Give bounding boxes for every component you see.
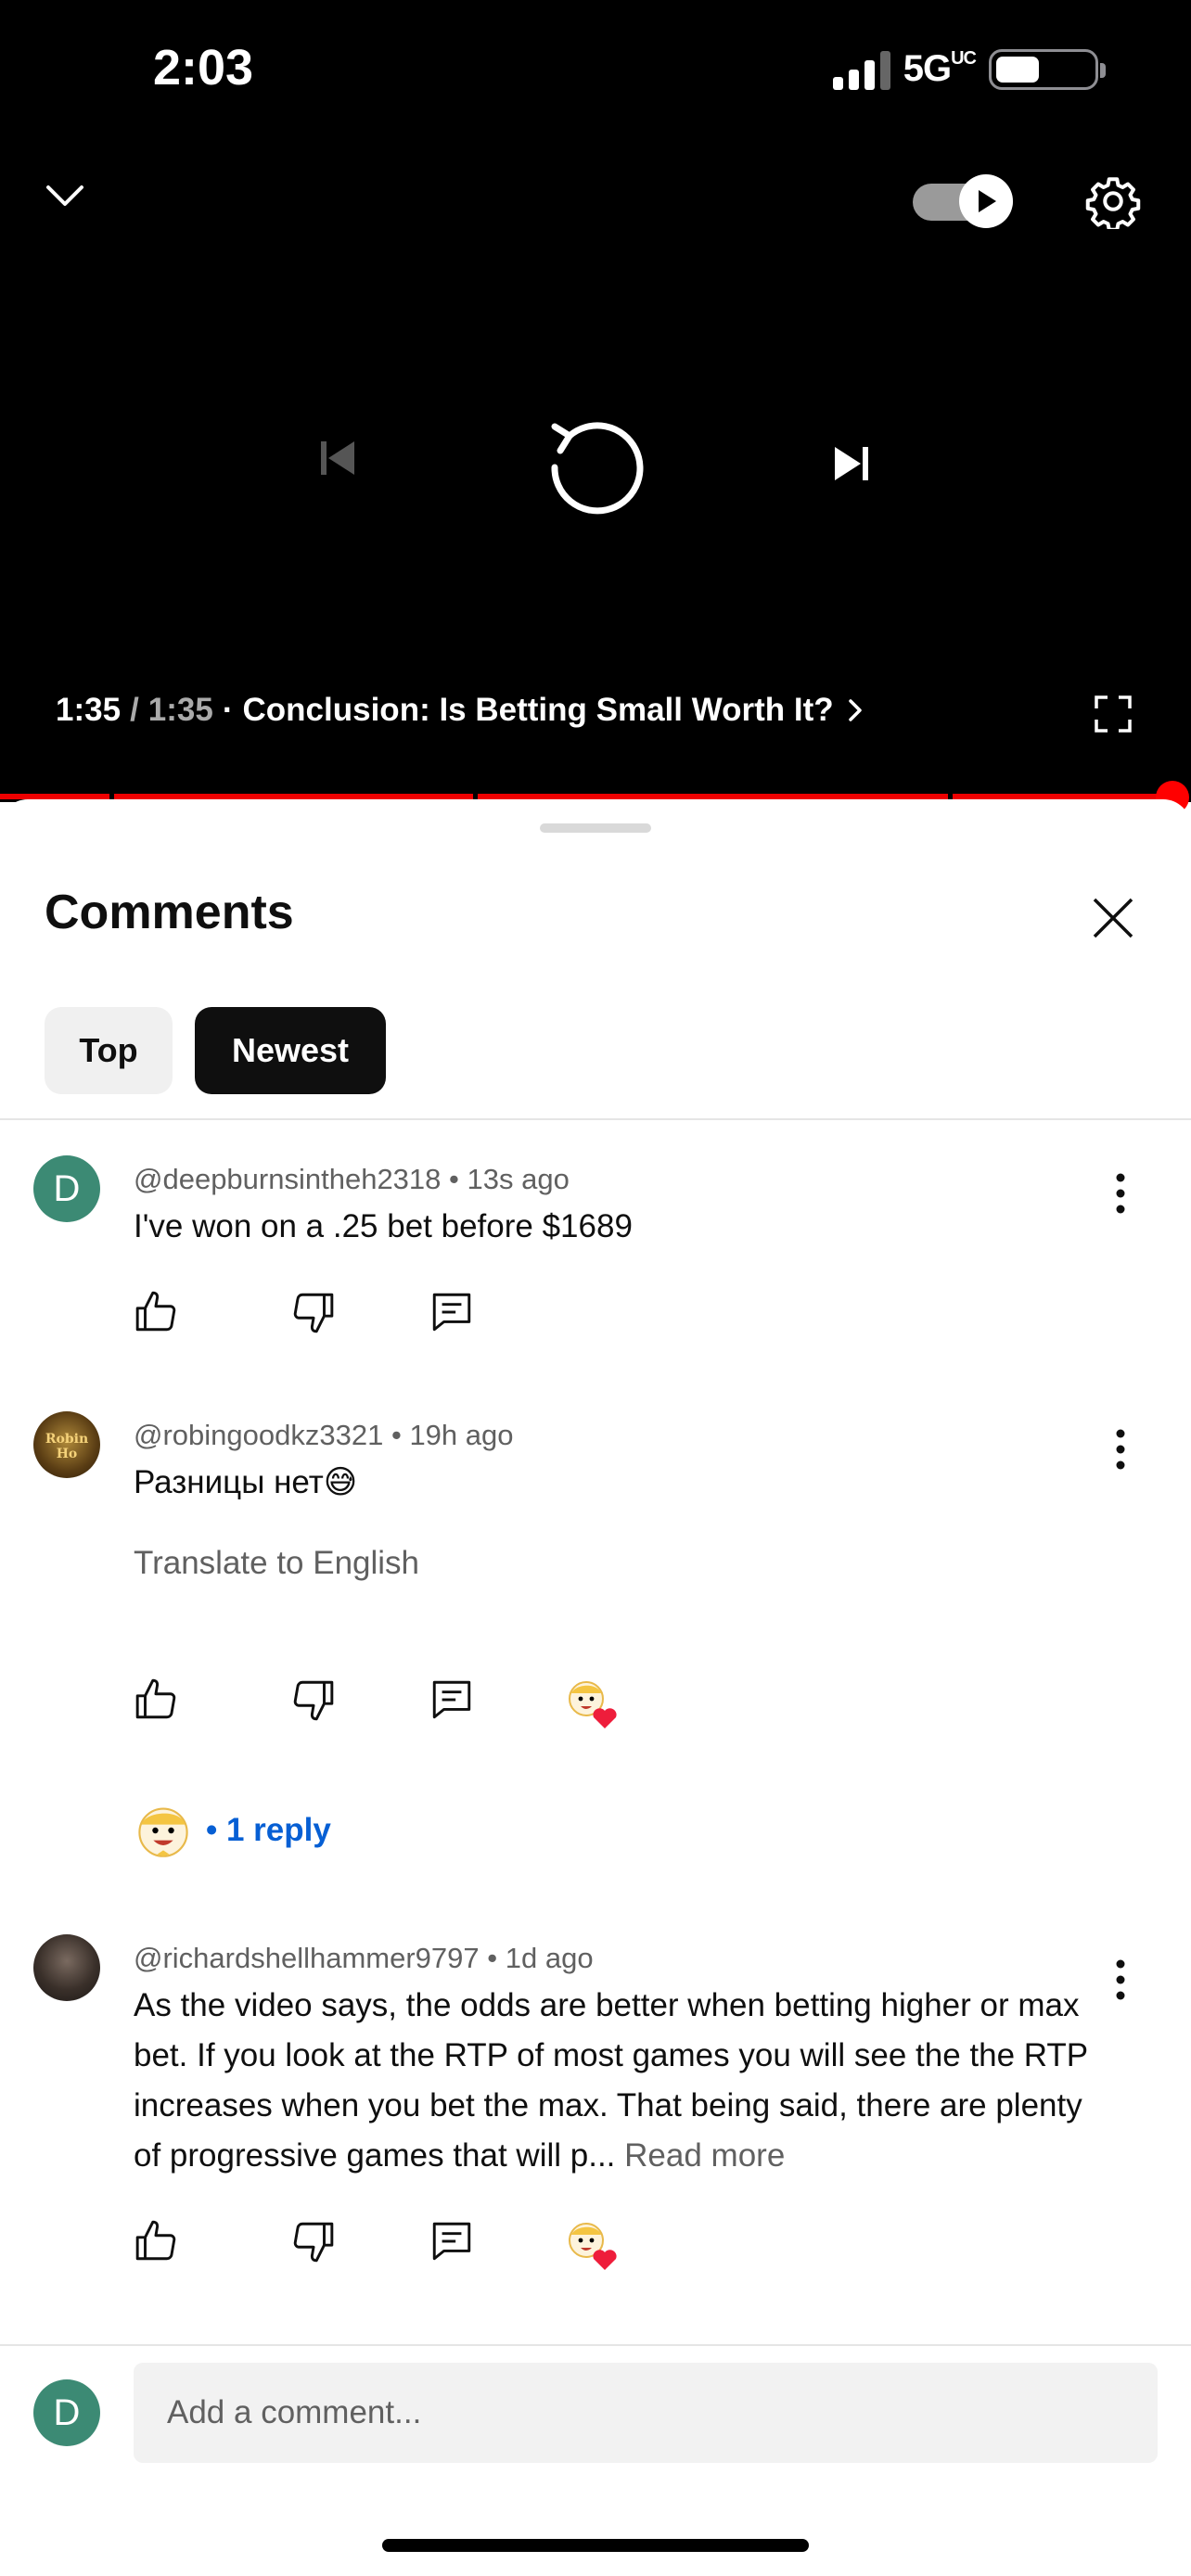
dislike-icon[interactable] (289, 1677, 336, 1723)
comment-author[interactable]: @robingoodkz3321 (134, 1419, 383, 1451)
read-more-link[interactable]: Read more (624, 2137, 785, 2174)
battery-icon (989, 48, 1106, 90)
comment-author[interactable]: @richardshellhammer9797 (134, 1942, 480, 1974)
collapse-chevron-icon[interactable] (43, 182, 87, 210)
fullscreen-icon[interactable] (1095, 695, 1132, 733)
more-options-icon[interactable] (1109, 1170, 1132, 1217)
like-icon[interactable] (134, 1289, 180, 1335)
sort-chip-newest[interactable]: Newest (195, 1007, 386, 1094)
autoplay-toggle[interactable] (913, 174, 1013, 228)
like-icon[interactable] (134, 2218, 180, 2264)
comment-age: 13s ago (467, 1163, 570, 1195)
comment-meta: @robingoodkz3321 • 19h ago (134, 1419, 514, 1451)
reply-icon[interactable] (429, 1289, 475, 1335)
translate-button[interactable]: Translate to English (134, 1545, 419, 1582)
current-time: 1:35 (56, 692, 122, 728)
comment-actions (134, 2218, 690, 2270)
comment-age: 19h ago (409, 1419, 514, 1451)
next-icon[interactable] (829, 441, 874, 486)
cellular-signal-icon (832, 49, 890, 90)
comment-actions (134, 1677, 690, 1728)
avatar[interactable] (33, 1934, 100, 2001)
divider (0, 1118, 1191, 1120)
comment-meta: @deepburnsintheh2318 • 13s ago (134, 1163, 570, 1195)
comment-age: 1d ago (505, 1942, 594, 1974)
total-duration: 1:35 (147, 692, 213, 728)
chapter-title: Conclusion: Is Betting Small Worth It? (242, 692, 834, 728)
network-label: 5GUC (903, 48, 977, 89)
previous-icon[interactable] (315, 436, 360, 480)
play-icon (959, 174, 1013, 228)
add-comment-input[interactable]: Add a comment... (134, 2363, 1158, 2463)
chapter-info[interactable]: 1:35 / 1:35 · Conclusion: Is Betting Sma… (56, 692, 864, 729)
more-options-icon[interactable] (1109, 1957, 1132, 2003)
reply-icon[interactable] (429, 2218, 475, 2264)
replies-count[interactable]: • 1 reply (206, 1812, 331, 1849)
creator-heart-icon (569, 2223, 617, 2270)
sheet-drag-handle[interactable] (540, 823, 651, 833)
video-player[interactable]: 2:03 5GUC 1:35 / 1:35 · Conclusion: Is B… (0, 0, 1191, 814)
dislike-icon[interactable] (289, 1289, 336, 1335)
comment-text: I've won on a .25 bet before $1689 (134, 1208, 633, 1244)
status-indicators: 5GUC (832, 48, 1106, 90)
composer-avatar: D (33, 2379, 100, 2446)
reply-icon[interactable] (429, 1677, 475, 1723)
close-icon[interactable] (1091, 896, 1135, 940)
comment-text: As the video says, the odds are better w… (134, 1987, 1088, 2174)
status-time: 2:03 (153, 40, 254, 96)
divider (0, 2344, 1191, 2346)
avatar[interactable]: Robin Ho (33, 1411, 100, 1478)
more-options-icon[interactable] (1109, 1426, 1132, 1473)
creator-heart-icon (569, 1681, 617, 1728)
comment-meta: @richardshellhammer9797 • 1d ago (134, 1942, 594, 1974)
dislike-icon[interactable] (289, 2218, 336, 2264)
replay-icon[interactable] (542, 414, 647, 516)
comment-text: Разницы нет😅 (134, 1464, 358, 1501)
replies-toggle[interactable]: • 1 reply (134, 1801, 331, 1860)
sort-chip-top[interactable]: Top (45, 1007, 173, 1094)
avatar[interactable]: D (33, 1155, 100, 1222)
settings-gear-icon[interactable] (1085, 173, 1141, 229)
creator-avatar-icon (138, 1807, 188, 1857)
chevron-right-icon (848, 699, 862, 721)
grinning-sweat-emoji: 😅 (323, 1464, 358, 1501)
comment-author[interactable]: @deepburnsintheh2318 (134, 1163, 441, 1195)
comments-title: Comments (45, 886, 294, 939)
home-indicator[interactable] (382, 2539, 809, 2552)
like-icon[interactable] (134, 1677, 180, 1723)
